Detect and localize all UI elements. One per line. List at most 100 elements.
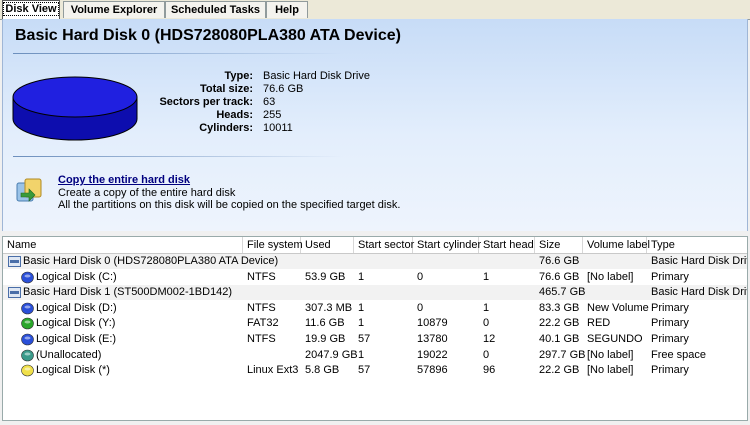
cell-label: SEGUNDO bbox=[587, 333, 643, 345]
cell-cyl: 13780 bbox=[417, 333, 448, 345]
cell-size: 22.2 GB bbox=[539, 364, 580, 377]
partition-row[interactable]: Logical Disk (C:) NTFS 53.9 GB 1 0 1 76.6 GB [N… bbox=[3, 270, 747, 285]
bottom-border bbox=[0, 421, 750, 425]
prop-label: Total size: bbox=[200, 83, 253, 95]
disk-title: Basic Hard Disk 0 (HDS728080PLA380 ATA D… bbox=[15, 27, 401, 44]
cell-type: Free space bbox=[651, 348, 707, 361]
cell-cyl: 0 bbox=[417, 270, 424, 283]
cell-head: 12 bbox=[483, 333, 496, 345]
cell-sector: 1 bbox=[358, 301, 365, 314]
partition-row[interactable]: Logical Disk (Y:) FAT32 11.6 GB 1 10879 0 22.2… bbox=[3, 316, 747, 331]
partition-icon bbox=[21, 349, 34, 362]
cell-cyl: 0 bbox=[417, 301, 424, 314]
prop-label: Type: bbox=[224, 70, 253, 82]
partition-icon bbox=[21, 271, 34, 284]
disk-row[interactable]: Basic Hard Disk 1 (ST500DM002-1BD142) 465… bbox=[3, 285, 748, 301]
cell-name: (Unallocated) bbox=[36, 348, 102, 361]
divider-top bbox=[13, 53, 343, 54]
hard-disk-icon bbox=[8, 286, 21, 299]
partition-icon bbox=[21, 302, 34, 315]
cell-cyl: 19022 bbox=[417, 348, 448, 361]
cell-name: Logical Disk (D:) bbox=[36, 301, 117, 314]
tab-bar: Disk View Volume Explorer Scheduled Task… bbox=[0, 0, 750, 20]
cell-type: Basic Hard Disk Drive bbox=[651, 286, 748, 299]
partition-table: Name File system Used Start sector Start… bbox=[2, 236, 748, 421]
col-header-size[interactable]: Size bbox=[535, 237, 583, 253]
cell-sector: 1 bbox=[358, 348, 365, 361]
partition-row[interactable]: Logical Disk (E:) NTFS 19.9 GB 57 13780 12 40.… bbox=[3, 332, 747, 347]
col-header-start-sector[interactable]: Start sector bbox=[354, 237, 414, 253]
cell-size: 76.6 GB bbox=[539, 270, 580, 283]
cell-label: [No label] bbox=[587, 364, 634, 377]
col-header-volume-label[interactable]: Volume label bbox=[583, 237, 650, 253]
cell-head: 0 bbox=[483, 317, 490, 330]
prop-label: Cylinders: bbox=[199, 122, 253, 134]
copy-hard-disk-link[interactable]: Copy the entire hard disk bbox=[58, 174, 190, 186]
copy-description-2: All the partitions on this disk will be … bbox=[58, 199, 401, 211]
disk-row[interactable]: Basic Hard Disk 0 (HDS728080PLA380 ATA D… bbox=[3, 254, 747, 269]
cell-size: 40.1 GB bbox=[539, 333, 580, 345]
cell-fs: NTFS bbox=[247, 333, 276, 345]
cell-sector: 1 bbox=[358, 317, 365, 330]
partition-row[interactable]: (Unallocated) 2047.9 GB 1 19022 0 297.7 GB [No… bbox=[3, 348, 747, 363]
cell-label: RED bbox=[587, 317, 611, 330]
copy-description-1: Create a copy of the entire hard disk bbox=[58, 187, 236, 199]
col-header-type[interactable]: Type bbox=[647, 237, 747, 253]
cell-sector: 57 bbox=[358, 333, 371, 345]
cell-head: 0 bbox=[483, 348, 490, 361]
cell-name: Logical Disk (Y:) bbox=[36, 317, 116, 330]
tab-scheduled-tasks-label: Scheduled Tasks bbox=[170, 4, 261, 16]
partition-icon bbox=[21, 364, 34, 377]
prop-value: Basic Hard Disk Drive bbox=[263, 70, 370, 82]
cell-used: 2047.9 GB bbox=[305, 348, 358, 361]
cell-cyl: 57896 bbox=[417, 364, 448, 377]
col-header-used[interactable]: Used bbox=[301, 237, 354, 253]
cell-name: Logical Disk (E:) bbox=[36, 333, 117, 345]
tab-volume-explorer-label: Volume Explorer bbox=[70, 4, 158, 16]
col-header-start-head[interactable]: Start head bbox=[479, 237, 535, 253]
cell-cyl: 10879 bbox=[417, 317, 448, 330]
tab-disk-view-label: Disk View bbox=[3, 2, 59, 16]
tab-volume-explorer[interactable]: Volume Explorer bbox=[63, 1, 165, 18]
cell-label: New Volume bbox=[587, 301, 649, 314]
cell-used: 53.9 GB bbox=[305, 270, 346, 283]
cell-type: Primary bbox=[651, 333, 689, 345]
hard-disk-graphic bbox=[11, 75, 139, 150]
cell-head: 1 bbox=[483, 270, 490, 283]
tab-help[interactable]: Help bbox=[266, 1, 308, 18]
copy-disk-icon[interactable] bbox=[15, 177, 45, 208]
col-header-file-system[interactable]: File system bbox=[243, 237, 303, 253]
cell-type: Primary bbox=[651, 270, 689, 283]
cell-sector: 57 bbox=[358, 364, 371, 377]
table-header: Name File system Used Start sector Start… bbox=[3, 237, 747, 254]
divider-bottom bbox=[13, 156, 343, 157]
cell-label: [No label] bbox=[587, 348, 634, 361]
cell-fs: NTFS bbox=[247, 270, 276, 283]
cell-fs: Linux Ext3 bbox=[247, 364, 299, 377]
hard-disk-icon bbox=[8, 255, 21, 268]
partition-row[interactable]: Logical Disk (D:) NTFS 307.3 MB 1 0 1 83.3 GB N… bbox=[3, 301, 747, 316]
cell-type: Primary bbox=[651, 317, 689, 330]
cell-used: 5.8 GB bbox=[305, 364, 340, 377]
prop-value: 63 bbox=[263, 96, 276, 108]
cell-name: Logical Disk (C:) bbox=[36, 270, 117, 283]
partition-icon bbox=[21, 317, 34, 330]
col-header-name[interactable]: Name bbox=[3, 237, 243, 253]
tab-scheduled-tasks[interactable]: Scheduled Tasks bbox=[165, 1, 266, 18]
prop-value: 76.6 GB bbox=[263, 83, 304, 95]
prop-label: Heads: bbox=[216, 109, 253, 121]
cell-type: Primary bbox=[651, 301, 689, 314]
cell-head: 1 bbox=[483, 301, 490, 314]
partition-icon bbox=[21, 333, 34, 346]
cell-label: [No label] bbox=[587, 270, 634, 283]
tab-disk-view[interactable]: Disk View bbox=[2, 0, 60, 20]
col-header-start-cylinder[interactable]: Start cylinder bbox=[413, 237, 481, 253]
cell-fs: FAT32 bbox=[247, 317, 279, 330]
cell-name: Basic Hard Disk 1 (ST500DM002-1BD142) bbox=[23, 286, 233, 299]
prop-value: 10011 bbox=[263, 122, 293, 134]
cell-size: 297.7 GB bbox=[539, 348, 586, 361]
cell-sector: 1 bbox=[358, 270, 365, 283]
cell-fs: NTFS bbox=[247, 301, 276, 314]
cell-type: Primary bbox=[651, 364, 689, 377]
partition-row[interactable]: Logical Disk (*) Linux Ext3 5.8 GB 57 57896 9… bbox=[3, 363, 747, 378]
